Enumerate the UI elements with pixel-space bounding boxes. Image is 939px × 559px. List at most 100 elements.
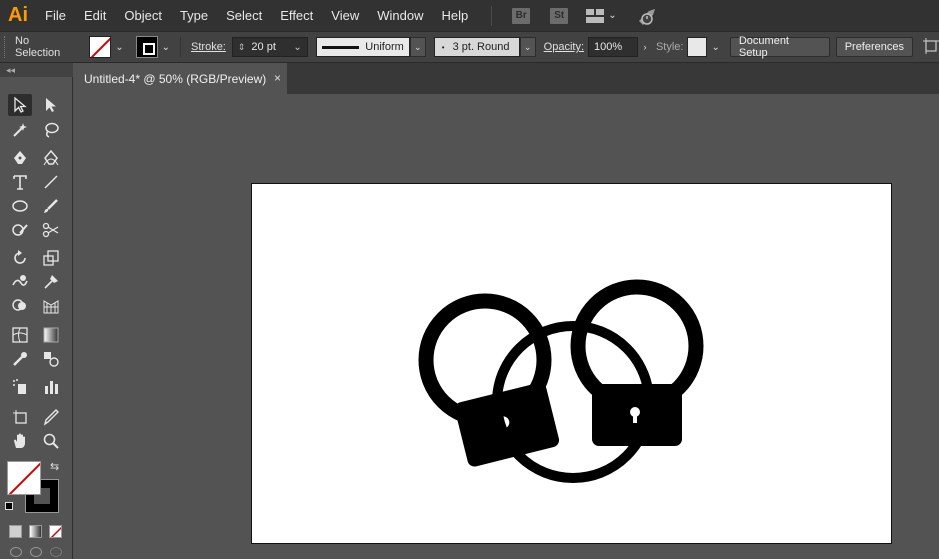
menu-file[interactable]: File xyxy=(36,0,75,31)
blend-tool-icon[interactable] xyxy=(39,348,63,370)
line-segment-tool-icon[interactable] xyxy=(39,171,63,193)
paintbrush-tool-icon[interactable] xyxy=(39,195,63,217)
rotate-tool-icon[interactable] xyxy=(8,247,32,269)
gradient-mode-button[interactable] xyxy=(29,525,42,538)
menu-object[interactable]: Object xyxy=(115,0,171,31)
opacity-label: Opacity: xyxy=(543,41,585,53)
slice-tool-icon[interactable] xyxy=(39,406,63,428)
document-tab-bar: Untitled-4* @ 50% (RGB/Preview) × xyxy=(74,63,939,94)
none-swatch-icon xyxy=(50,526,61,537)
perspective-grid-tool-icon[interactable] xyxy=(39,295,63,317)
ellipse-tool-icon[interactable] xyxy=(8,195,32,217)
default-fill-stroke-icon[interactable] xyxy=(5,502,13,510)
fill-chevron-icon[interactable]: ⌄ xyxy=(115,42,123,53)
menu-effect[interactable]: Effect xyxy=(271,0,322,31)
magic-wand-tool-icon[interactable] xyxy=(8,119,32,141)
scissors-tool-icon[interactable] xyxy=(39,219,63,241)
style-chevron-icon[interactable]: ⌄ xyxy=(711,42,719,53)
preferences-button[interactable]: Preferences xyxy=(835,37,913,57)
type-tool-icon[interactable] xyxy=(8,171,32,193)
left-lock-body[interactable] xyxy=(453,381,560,468)
zoom-tool-icon[interactable] xyxy=(39,430,63,452)
selection-tool-icon[interactable] xyxy=(8,94,32,116)
draw-inside-icon[interactable] xyxy=(50,547,62,557)
align-icon[interactable] xyxy=(923,37,939,57)
arrange-documents-button[interactable]: ⌄ xyxy=(586,8,620,23)
menu-type[interactable]: Type xyxy=(171,0,217,31)
symbol-sprayer-tool-icon[interactable] xyxy=(8,376,32,398)
swap-fill-stroke-icon[interactable]: ⇆ xyxy=(50,460,59,473)
tools-panel: ⇆ xyxy=(0,77,73,559)
stroke-line-icon xyxy=(321,45,360,49)
gpu-performance-button[interactable] xyxy=(637,7,657,25)
draw-normal-icon[interactable] xyxy=(10,547,22,557)
column-graph-tool-icon[interactable] xyxy=(39,376,63,398)
curvature-tool-icon[interactable] xyxy=(39,147,63,169)
opacity-field[interactable]: 100% xyxy=(588,37,638,57)
stepper-icon[interactable]: ⇕ xyxy=(238,42,246,53)
menu-bar: Ai File Edit Object Type Select Effect V… xyxy=(0,0,939,31)
draw-behind-icon[interactable] xyxy=(30,547,42,557)
panel-grip[interactable] xyxy=(4,36,9,58)
canvas-area[interactable] xyxy=(74,94,939,559)
control-bar: No Selection ⌄ ⌄ Stroke: ⇕ 20 pt ⌄ Unifo… xyxy=(0,31,939,63)
none-swatch-icon xyxy=(8,462,40,494)
profile-value: Uniform xyxy=(365,41,404,53)
free-transform-tool-icon[interactable] xyxy=(39,271,63,293)
variable-width-profile[interactable]: Uniform xyxy=(315,37,410,57)
gradient-tool-icon[interactable] xyxy=(39,324,63,346)
app-logo: Ai xyxy=(8,4,28,26)
direct-selection-tool-icon[interactable] xyxy=(39,94,63,116)
chevron-down-icon: ⌄ xyxy=(608,10,617,21)
selection-status: No Selection xyxy=(15,35,61,59)
bridge-button[interactable]: Br xyxy=(512,7,531,24)
fill-color-proxy[interactable] xyxy=(7,461,41,495)
tools-collapse-button[interactable]: ◂◂ xyxy=(0,63,73,77)
brush-dropdown[interactable]: ⌄ xyxy=(519,37,536,57)
menu-window[interactable]: Window xyxy=(368,0,432,31)
lasso-tool-icon[interactable] xyxy=(39,119,63,141)
brush-value: 3 pt. Round xyxy=(452,41,510,53)
stroke-weight-field[interactable]: ⇕ 20 pt ⌄ xyxy=(231,37,308,57)
workspace-grid-icon xyxy=(586,8,605,23)
shape-builder-tool-icon[interactable] xyxy=(8,295,32,317)
none-swatch-icon xyxy=(90,37,111,57)
hand-tool-icon[interactable] xyxy=(8,430,32,452)
brush-dot-icon: • xyxy=(441,42,445,52)
style-label: Style: xyxy=(655,41,684,53)
opacity-value: 100% xyxy=(594,41,623,53)
transform-icon xyxy=(923,37,939,54)
rocket-icon xyxy=(638,8,655,25)
color-mode-button[interactable] xyxy=(9,525,22,538)
opacity-dropdown[interactable]: › xyxy=(638,37,652,57)
menu-edit[interactable]: Edit xyxy=(75,0,115,31)
style-swatch[interactable] xyxy=(687,37,708,57)
shaper-tool-icon[interactable] xyxy=(8,219,32,241)
artboard-tool-icon[interactable] xyxy=(8,406,32,428)
eyedropper-tool-icon[interactable] xyxy=(8,348,32,370)
profile-dropdown[interactable]: ⌄ xyxy=(409,37,426,57)
stroke-label: Stroke: xyxy=(191,41,226,53)
chevron-down-icon[interactable]: ⌄ xyxy=(293,42,301,53)
pen-tool-icon[interactable] xyxy=(8,147,32,169)
divider xyxy=(180,37,182,57)
warp-tool-icon[interactable] xyxy=(8,271,32,293)
stroke-chevron-icon[interactable]: ⌄ xyxy=(162,42,170,53)
artboard[interactable] xyxy=(251,183,892,544)
stroke-swatch[interactable] xyxy=(135,36,158,58)
brush-definition[interactable]: • 3 pt. Round xyxy=(433,37,520,57)
mesh-tool-icon[interactable] xyxy=(8,324,32,346)
scale-tool-icon[interactable] xyxy=(39,247,63,269)
stock-button[interactable]: St xyxy=(550,7,569,24)
document-tab-title: Untitled-4* @ 50% (RGB/Preview) xyxy=(84,71,267,86)
stroke-weight-value: 20 pt xyxy=(251,41,276,53)
document-tab[interactable]: Untitled-4* @ 50% (RGB/Preview) × xyxy=(74,63,287,94)
menu-help[interactable]: Help xyxy=(432,0,477,31)
document-setup-button[interactable]: Document Setup xyxy=(729,35,830,59)
close-icon[interactable]: × xyxy=(274,71,281,85)
handcuffs-artwork[interactable] xyxy=(252,184,893,545)
none-mode-button[interactable] xyxy=(49,525,62,538)
fill-swatch[interactable] xyxy=(89,36,112,58)
menu-view[interactable]: View xyxy=(322,0,368,31)
menu-select[interactable]: Select xyxy=(217,0,271,31)
